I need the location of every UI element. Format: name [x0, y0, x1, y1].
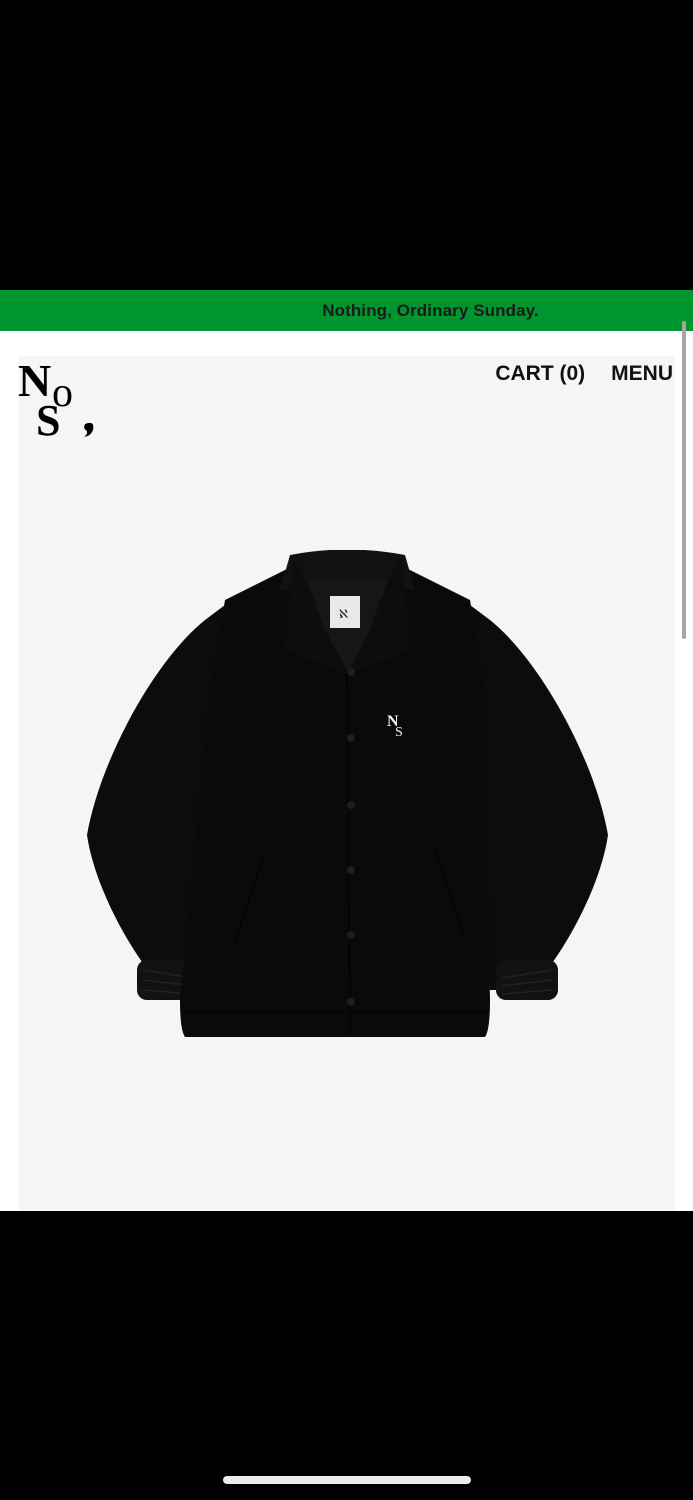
svg-text:S: S: [36, 396, 60, 438]
banner-text: Nothing, Ordinary Sunday.: [322, 300, 539, 320]
black-coach-jacket-image[interactable]: ℵ N S: [85, 549, 610, 1040]
menu-button[interactable]: MENU: [611, 362, 673, 386]
svg-text:ℵ: ℵ: [339, 607, 348, 621]
svg-text:S: S: [395, 725, 403, 740]
bottom-frame: [0, 1211, 693, 1500]
home-indicator[interactable]: [223, 1476, 471, 1484]
top-frame: [0, 0, 693, 290]
scrollbar[interactable]: [682, 321, 686, 639]
announcement-banner: Nothing, Ordinary Sunday.: [0, 290, 693, 331]
header-nav: CART (0) MENU: [495, 362, 673, 386]
nos-logo-icon[interactable]: N o S: [18, 355, 100, 445]
cart-link[interactable]: CART (0): [495, 362, 585, 386]
